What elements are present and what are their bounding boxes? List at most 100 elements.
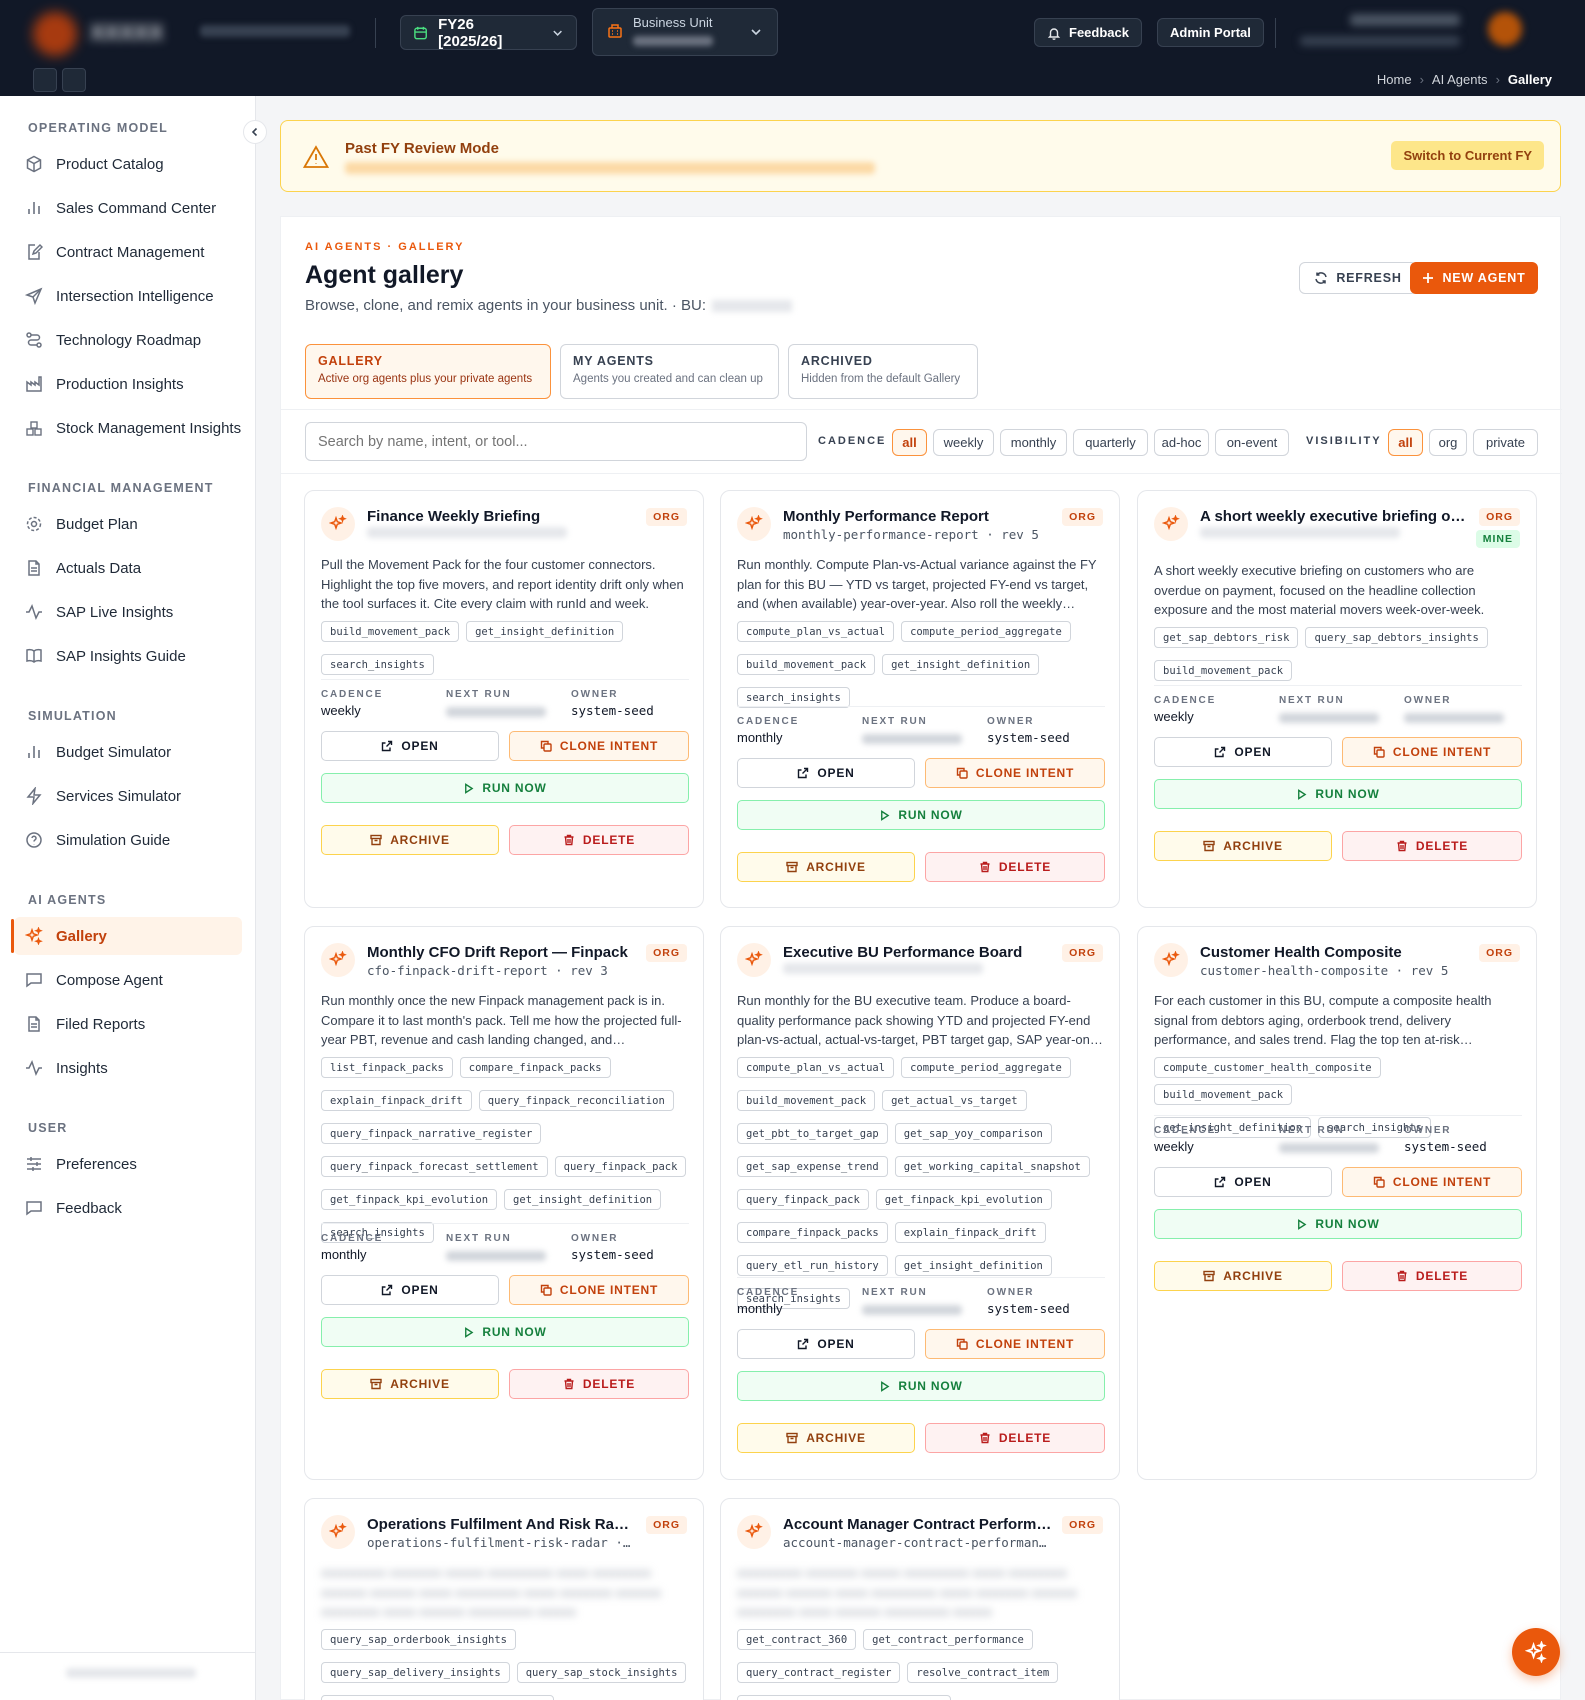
agent-title[interactable]: Customer Health Composite xyxy=(1200,944,1470,961)
sidebar-item-budget-simulator[interactable]: Budget Simulator xyxy=(14,733,242,771)
agent-title[interactable]: Account Manager Contract Performa... xyxy=(783,1516,1053,1533)
agent-title[interactable]: Executive BU Performance Board xyxy=(783,944,1053,961)
sidebar-item-contract-management[interactable]: Contract Management xyxy=(14,233,242,271)
archive-icon xyxy=(1203,1270,1215,1282)
visibility-chip-org[interactable]: org xyxy=(1429,429,1467,456)
open-button[interactable]: OPEN xyxy=(737,1329,915,1359)
send-icon xyxy=(24,286,44,306)
sidebar-item-simulation-guide[interactable]: Simulation Guide xyxy=(14,821,242,859)
delete-button[interactable]: DELETE xyxy=(1342,831,1522,861)
clone-intent-button[interactable]: CLONE INTENT xyxy=(925,758,1105,788)
agent-title[interactable]: Finance Weekly Briefing xyxy=(367,508,637,525)
assistant-fab-button[interactable] xyxy=(1512,1628,1560,1676)
meta-label-owner: OWNER xyxy=(571,689,619,700)
agent-tool-tags: compute_plan_vs_actual compute_period_agg… xyxy=(737,621,1107,708)
clone-intent-button[interactable]: CLONE INTENT xyxy=(509,731,689,761)
visibility-chip-all[interactable]: all xyxy=(1388,429,1423,456)
page-title: Agent gallery xyxy=(305,261,464,289)
sidebar-item-intersection-intelligence[interactable]: Intersection Intelligence xyxy=(14,277,242,315)
sidebar-item-sap-live-insights[interactable]: SAP Live Insights xyxy=(14,593,242,631)
delete-button[interactable]: DELETE xyxy=(1342,1261,1522,1291)
agent-title[interactable]: Monthly CFO Drift Report — Finpack xyxy=(367,944,637,961)
sidebar-item-preferences[interactable]: Preferences xyxy=(14,1145,242,1183)
cadence-chip-monthly[interactable]: monthly xyxy=(1000,429,1067,456)
open-button[interactable]: OPEN xyxy=(321,1275,499,1305)
sidebar-collapse-button[interactable] xyxy=(243,120,267,144)
breadcrumb-current: Gallery xyxy=(1507,72,1552,87)
sidebar-item-services-simulator[interactable]: Services Simulator xyxy=(14,777,242,815)
admin-portal-button[interactable]: Admin Portal xyxy=(1157,18,1264,47)
tab-gallery[interactable]: GALLERY Active org agents plus your priv… xyxy=(305,344,551,399)
clone-intent-button[interactable]: CLONE INTENT xyxy=(1342,737,1522,767)
sidebar-item-gallery[interactable]: Gallery xyxy=(11,917,242,955)
sidebar-item-budget-plan[interactable]: Budget Plan xyxy=(14,505,242,543)
meta-label-cadence: CADENCE xyxy=(737,716,800,727)
archive-button[interactable]: ARCHIVE xyxy=(737,852,915,882)
clone-intent-button[interactable]: CLONE INTENT xyxy=(509,1275,689,1305)
trash-icon xyxy=(979,1432,991,1444)
sidebar-item-technology-roadmap[interactable]: Technology Roadmap xyxy=(14,321,242,359)
open-button[interactable]: OPEN xyxy=(1154,1167,1332,1197)
sidebar-item-production-insights[interactable]: Production Insights xyxy=(14,365,242,403)
cadence-chip-ad-hoc[interactable]: ad-hoc xyxy=(1154,429,1209,456)
toolbar-square-button[interactable] xyxy=(33,68,57,92)
agent-title[interactable]: Operations Fulfilment And Risk Radar xyxy=(367,1516,637,1533)
sidebar-item-feedback[interactable]: Feedback xyxy=(14,1189,242,1227)
delete-button[interactable]: DELETE xyxy=(509,825,689,855)
toolbar-square-button[interactable] xyxy=(62,68,86,92)
fiscal-year-selector[interactable]: FY26 [2025/26] xyxy=(400,15,577,50)
sidebar-item-insights[interactable]: Insights xyxy=(14,1049,242,1087)
agent-title[interactable]: A short weekly executive briefing on... xyxy=(1200,508,1470,525)
archive-button[interactable]: ARCHIVE xyxy=(321,1369,499,1399)
cadence-value: weekly xyxy=(1154,1139,1194,1154)
run-now-button[interactable]: RUN NOW xyxy=(737,800,1105,830)
archive-button[interactable]: ARCHIVE xyxy=(737,1423,915,1453)
refresh-button[interactable]: REFRESH xyxy=(1299,262,1417,294)
run-now-button[interactable]: RUN NOW xyxy=(1154,1209,1522,1239)
run-now-button[interactable]: RUN NOW xyxy=(1154,779,1522,809)
clone-intent-button[interactable]: CLONE INTENT xyxy=(1342,1167,1522,1197)
sidebar-item-stock-management-insights[interactable]: Stock Management Insights xyxy=(14,409,242,447)
run-now-button[interactable]: RUN NOW xyxy=(321,773,689,803)
switch-to-current-fy-button[interactable]: Switch to Current FY xyxy=(1391,141,1544,170)
open-button[interactable]: OPEN xyxy=(737,758,915,788)
cadence-chip-on-event[interactable]: on-event xyxy=(1215,429,1289,456)
cadence-chip-all[interactable]: all xyxy=(892,429,927,456)
avatar[interactable] xyxy=(1488,12,1522,46)
tab-archived[interactable]: ARCHIVED Hidden from the default Gallery xyxy=(788,344,978,399)
breadcrumb-ai-agents[interactable]: AI Agents xyxy=(1432,72,1488,87)
sidebar-item-filed-reports[interactable]: Filed Reports xyxy=(14,1005,242,1043)
delete-button[interactable]: DELETE xyxy=(925,852,1105,882)
tab-my-agents[interactable]: MY AGENTS Agents you created and can cle… xyxy=(560,344,779,399)
app-logo[interactable] xyxy=(33,12,77,56)
sidebar-item-sales-command-center[interactable]: Sales Command Center xyxy=(14,189,242,227)
agent-title[interactable]: Monthly Performance Report xyxy=(783,508,1053,525)
archive-icon xyxy=(786,861,798,873)
feedback-button[interactable]: Feedback xyxy=(1034,18,1142,47)
delete-button[interactable]: DELETE xyxy=(925,1423,1105,1453)
sidebar-item-sap-insights-guide[interactable]: SAP Insights Guide xyxy=(14,637,242,675)
visibility-chip-private[interactable]: private xyxy=(1473,429,1538,456)
tool-tag: build_movement_pack xyxy=(737,1090,876,1111)
archive-button[interactable]: ARCHIVE xyxy=(1154,831,1332,861)
copy-icon xyxy=(956,1338,968,1350)
archive-button[interactable]: ARCHIVE xyxy=(1154,1261,1332,1291)
sidebar-item-compose-agent[interactable]: Compose Agent xyxy=(14,961,242,999)
run-now-button[interactable]: RUN NOW xyxy=(321,1317,689,1347)
clone-intent-button[interactable]: CLONE INTENT xyxy=(925,1329,1105,1359)
delete-button[interactable]: DELETE xyxy=(509,1369,689,1399)
breadcrumb-home[interactable]: Home xyxy=(1377,72,1412,87)
cadence-chip-weekly[interactable]: weekly xyxy=(933,429,994,456)
sidebar-item-actuals-data[interactable]: Actuals Data xyxy=(14,549,242,587)
cadence-chip-quarterly[interactable]: quarterly xyxy=(1073,429,1148,456)
new-agent-button[interactable]: NEW AGENT xyxy=(1410,262,1538,294)
business-unit-selector[interactable]: Business Unit xyxy=(592,8,778,56)
open-button[interactable]: OPEN xyxy=(1154,737,1332,767)
archive-button[interactable]: ARCHIVE xyxy=(321,825,499,855)
tool-tag: build_movement_pack xyxy=(321,621,460,642)
run-now-button[interactable]: RUN NOW xyxy=(737,1371,1105,1401)
open-button[interactable]: OPEN xyxy=(321,731,499,761)
activity-icon xyxy=(24,1058,44,1078)
search-input[interactable] xyxy=(305,422,807,461)
sidebar-item-product-catalog[interactable]: Product Catalog xyxy=(14,145,242,183)
